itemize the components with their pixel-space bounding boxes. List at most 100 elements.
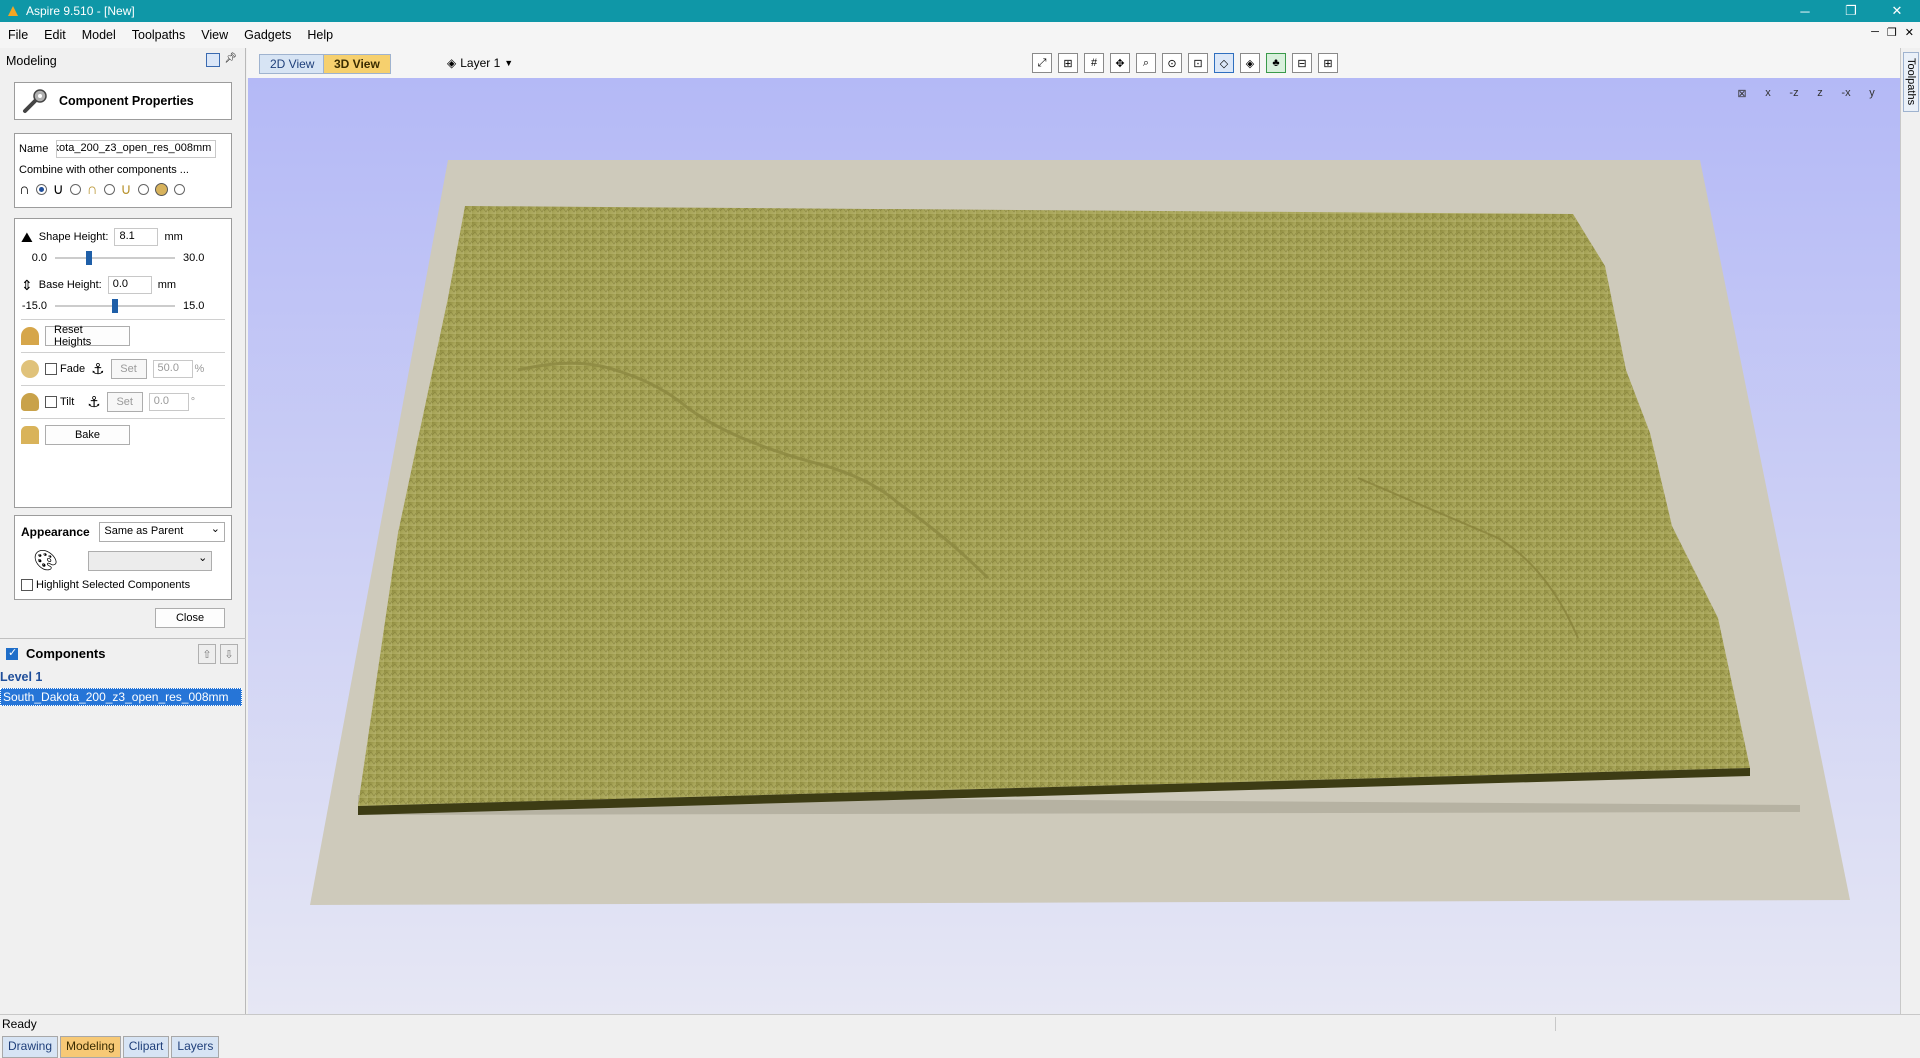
tab-modeling[interactable]: Modeling bbox=[60, 1036, 121, 1058]
component-visibility-icon[interactable]: ♣ bbox=[1266, 53, 1286, 73]
menu-file[interactable]: File bbox=[0, 28, 36, 42]
divider bbox=[21, 418, 225, 419]
heights-section: ⛰ Shape Height: 8.1 mm 0.0 30.0 ⇕ Base H… bbox=[14, 218, 232, 508]
components-checkbox[interactable] bbox=[6, 646, 18, 660]
combine-low-radio[interactable] bbox=[137, 183, 149, 195]
name-label: Name bbox=[19, 143, 49, 155]
tab-layers[interactable]: Layers bbox=[171, 1036, 220, 1058]
menu-help[interactable]: Help bbox=[299, 28, 341, 42]
fade-set-button[interactable]: Set bbox=[110, 359, 147, 379]
panel-expand-icon[interactable] bbox=[206, 53, 221, 67]
tree-item-selected[interactable]: South_Dakota_200_z3_open_res_008mm bbox=[0, 688, 242, 706]
base-height-thumb[interactable] bbox=[112, 299, 118, 313]
menu-view[interactable]: View bbox=[193, 28, 236, 42]
close-icon[interactable]: ✕ bbox=[1874, 0, 1920, 22]
tab-clipart[interactable]: Clipart bbox=[122, 1036, 170, 1058]
layer-icon: ◈ bbox=[447, 56, 457, 70]
view-material-icon[interactable]: ⊞ bbox=[1058, 53, 1078, 73]
reset-heights-button[interactable]: Reset Heights bbox=[45, 324, 130, 348]
toolpath-preview-icon[interactable]: ◇ bbox=[1214, 53, 1234, 73]
name-section: Name South_Dakota_200_z3_open_res_008mm … bbox=[14, 133, 232, 208]
combine-subtract-radio[interactable] bbox=[69, 183, 81, 195]
bottom-tabs: Drawing Modeling Clipart Layers bbox=[0, 1036, 246, 1058]
view-extents-icon[interactable]: ⤢ bbox=[1032, 53, 1052, 73]
mdi-restore-icon[interactable]: ❐ bbox=[1887, 26, 1897, 39]
view-toolbar: 2D View 3D View ◈ Layer 1 ▼ ⤢ ⊞ # ✥ ⌕ ⊙ … bbox=[247, 48, 1900, 78]
divider bbox=[21, 319, 225, 320]
appearance-section: Appearance Same as Parent 🎨︎ Highlight S… bbox=[14, 515, 232, 600]
window-title: Aspire 9.510 - [New] bbox=[26, 4, 135, 18]
fade-label: Fade bbox=[60, 363, 86, 375]
shape-height-slider[interactable] bbox=[55, 251, 175, 265]
tilt-icon bbox=[21, 393, 39, 411]
status-text: Ready bbox=[2, 1016, 37, 1031]
tree-level[interactable]: Level 1 bbox=[0, 670, 246, 684]
fade-checkbox[interactable] bbox=[45, 363, 57, 375]
fade-anchor-icon[interactable]: ⚓︎ bbox=[91, 360, 104, 378]
tab-drawing[interactable]: Drawing bbox=[2, 1036, 59, 1058]
minimize-icon[interactable]: ─ bbox=[1782, 0, 1828, 22]
mdi-minimize-icon[interactable]: ─ bbox=[1871, 26, 1879, 39]
tilt-value-input[interactable]: 0.0 bbox=[148, 393, 189, 411]
pin-icon[interactable]: 📌︎ bbox=[224, 53, 237, 67]
zoom-fit-icon[interactable]: ⊙ bbox=[1162, 53, 1182, 73]
zoom-box-icon[interactable]: ⊡ bbox=[1188, 53, 1208, 73]
mdi-close-icon[interactable]: ✕ bbox=[1905, 26, 1914, 39]
combine-merge-radio[interactable] bbox=[103, 183, 115, 195]
base-height-slider[interactable] bbox=[55, 299, 175, 313]
move-down-icon[interactable]: ⇩ bbox=[220, 644, 238, 664]
menu-edit[interactable]: Edit bbox=[36, 28, 74, 42]
bake-button[interactable]: Bake bbox=[45, 425, 130, 445]
split-horizontal-icon[interactable]: ⊟ bbox=[1292, 53, 1312, 73]
tab-3d-view[interactable]: 3D View bbox=[323, 54, 391, 74]
menu-bar: File Edit Model Toolpaths View Gadgets H… bbox=[0, 22, 1920, 48]
zoom-icon[interactable]: ⌕ bbox=[1136, 53, 1156, 73]
highlight-checkbox[interactable] bbox=[21, 579, 33, 591]
shape-max: 30.0 bbox=[183, 252, 205, 264]
tab-toolpaths[interactable]: Toolpaths bbox=[1903, 52, 1919, 112]
menu-toolpaths[interactable]: Toolpaths bbox=[124, 28, 194, 42]
shading-icon[interactable]: ◈ bbox=[1240, 53, 1260, 73]
tab-2d-view[interactable]: 2D View bbox=[259, 54, 326, 74]
menu-model[interactable]: Model bbox=[74, 28, 124, 42]
close-button[interactable]: Close bbox=[155, 608, 225, 628]
toolpaths-sidebar: Toolpaths bbox=[1900, 48, 1920, 1014]
terrain-scene bbox=[310, 160, 1850, 905]
menu-gadgets[interactable]: Gadgets bbox=[236, 28, 299, 42]
tilt-anchor-icon[interactable]: ⚓︎ bbox=[87, 393, 100, 411]
name-input[interactable]: South_Dakota_200_z3_open_res_008mm bbox=[56, 140, 217, 158]
tilt-checkbox[interactable] bbox=[45, 396, 57, 408]
restore-icon[interactable]: ❐ bbox=[1828, 0, 1874, 22]
aspire-logo-icon bbox=[8, 6, 18, 16]
chevron-down-icon: ▼ bbox=[504, 58, 514, 68]
pan-icon[interactable]: ✥ bbox=[1110, 53, 1130, 73]
split-vertical-icon[interactable]: ⊞ bbox=[1318, 53, 1338, 73]
combine-label: Combine with other components ... bbox=[19, 164, 189, 176]
wrench-icon bbox=[23, 89, 47, 113]
move-up-icon[interactable]: ⇧ bbox=[198, 644, 216, 664]
grid-icon[interactable]: # bbox=[1084, 53, 1104, 73]
components-header: Components ⇧ ⇩ bbox=[0, 638, 246, 668]
layer-dropdown[interactable]: ◈ Layer 1 ▼ bbox=[447, 56, 513, 70]
3d-viewport[interactable]: ⊠ x -z z -x y bbox=[248, 78, 1900, 1014]
tilt-unit: ° bbox=[190, 396, 196, 408]
combine-multiply-radio[interactable] bbox=[173, 183, 185, 195]
base-height-input[interactable]: 0.0 bbox=[107, 276, 152, 294]
base-max: 15.0 bbox=[183, 300, 205, 312]
combine-merge-icon: ∩ bbox=[86, 180, 98, 198]
status-bar: Ready bbox=[0, 1014, 1920, 1032]
combine-add-radio[interactable] bbox=[35, 183, 47, 195]
shape-height-icon: ⛰ bbox=[21, 228, 33, 245]
layer-name: Layer 1 bbox=[460, 56, 501, 70]
appearance-dropdown[interactable]: Same as Parent bbox=[99, 522, 225, 542]
panel-header: Modeling 📌︎ bbox=[0, 48, 245, 74]
base-height-icon: ⇕ bbox=[21, 276, 33, 293]
shape-height-thumb[interactable] bbox=[86, 251, 92, 265]
color-dropdown[interactable] bbox=[88, 550, 213, 571]
divider bbox=[21, 385, 225, 386]
combine-multiply-icon bbox=[154, 182, 168, 196]
shape-height-input[interactable]: 8.1 bbox=[114, 228, 159, 246]
fade-icon bbox=[21, 360, 39, 378]
fade-value-input[interactable]: 50.0 bbox=[152, 360, 193, 378]
tilt-set-button[interactable]: Set bbox=[106, 392, 143, 412]
